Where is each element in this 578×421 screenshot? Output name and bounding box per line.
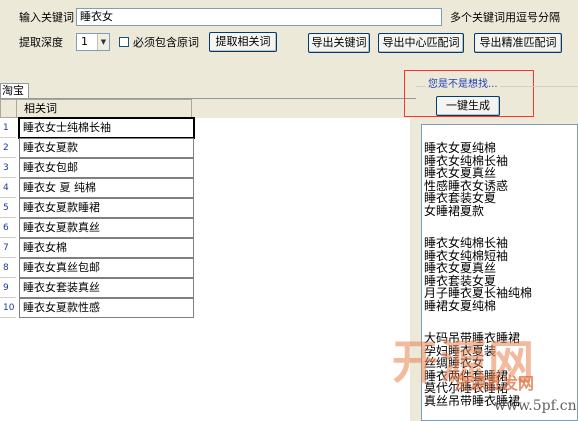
result-line: 睡衣女夏真丝 — [424, 261, 497, 275]
depth-label: 提取深度 — [19, 36, 63, 49]
row-number: 5 — [0, 198, 16, 218]
must-contain-checkbox[interactable] — [119, 37, 129, 47]
grid-row-keyword[interactable]: 睡衣女夏款 — [19, 138, 194, 158]
result-line: 月子睡衣夏长袖纯棉 — [424, 286, 533, 300]
row-number: 7 — [0, 238, 16, 258]
result-line: 睡衣女纯棉短袖 — [424, 248, 509, 263]
grid-row-keyword[interactable]: 睡衣女套装真丝 — [19, 278, 194, 298]
chevron-down-icon[interactable]: ▼ — [97, 34, 109, 50]
watermark-url: www.5pf.cn — [494, 398, 577, 414]
result-line: 睡衣女夏真丝 — [424, 166, 497, 180]
must-contain-label: 必须包含原词 — [133, 36, 199, 49]
grid-column-header[interactable]: 相关词 — [16, 99, 192, 118]
row-number: 6 — [0, 218, 16, 238]
watermark-sub: 货源批发网 — [454, 374, 535, 393]
extract-button[interactable]: 提取相关词 — [209, 32, 277, 52]
keyword-label: 输入关键词 — [19, 11, 74, 24]
result-line: 睡衣套装女夏 — [424, 191, 497, 205]
result-line: 女睡裙夏款 — [424, 203, 485, 218]
result-line: 性感睡衣女诱惑 — [424, 178, 509, 193]
grid-corner — [0, 99, 16, 118]
one-click-generate-button[interactable]: 一键生成 — [436, 96, 500, 116]
grid-row-keyword[interactable]: 睡衣女夏款真丝 — [19, 218, 194, 238]
suggest-title: 您是不是想找... — [426, 79, 500, 91]
grid-rows: 1 睡衣女士纯棉长袖 2 睡衣女夏款 3 睡衣女包邮 4 睡衣女 夏 纯棉 5 睡衣女夏款睡裙 6 睡… — [0, 117, 200, 328]
grid-row-keyword[interactable]: 睡衣女包邮 — [19, 158, 194, 178]
keyword-input[interactable]: 睡衣女 — [76, 8, 442, 26]
keyword-hint: 多个关键词用逗号分隔 — [450, 11, 560, 24]
grid-row-keyword[interactable]: 睡衣女棉 — [19, 238, 194, 258]
export-keywords-button[interactable]: 导出关键词 — [308, 33, 370, 53]
row-number: 3 — [0, 158, 16, 178]
result-line: 睡衣女纯棉长袖 — [424, 236, 509, 250]
export-center-button[interactable]: 导出中心匹配词 — [378, 33, 464, 53]
tab-taobao[interactable]: 淘宝 — [0, 83, 29, 99]
watermark: 开源网 货源批发网 www.5pf.cn — [390, 330, 578, 421]
result-line: 睡衣女夏纯棉 — [424, 141, 497, 155]
depth-value: 1 — [81, 35, 88, 48]
result-line: 睡衣女纯棉长袖 — [424, 153, 509, 168]
grid-row-keyword[interactable]: 睡衣女真丝包邮 — [19, 258, 194, 278]
row-number: 9 — [0, 278, 16, 298]
depth-select[interactable]: 1 ▼ — [76, 33, 110, 51]
row-number: 8 — [0, 258, 16, 278]
row-number: 10 — [0, 298, 16, 318]
row-number: 4 — [0, 178, 16, 198]
result-line: 睡衣套装女夏 — [424, 273, 497, 288]
grid-row-keyword[interactable]: 睡衣女夏款睡裙 — [19, 198, 194, 218]
grid-row-keyword[interactable]: 睡衣女 夏 纯棉 — [19, 178, 194, 198]
result-line: 睡裙女夏纯棉 — [424, 298, 497, 313]
row-number: 1 — [0, 118, 16, 138]
export-precise-button[interactable]: 导出精准匹配词 — [474, 33, 562, 53]
grid-row-keyword[interactable]: 睡衣女夏款性感 — [19, 298, 194, 318]
row-number: 2 — [0, 138, 16, 158]
grid-row-keyword[interactable]: 睡衣女士纯棉长袖 — [18, 117, 195, 139]
